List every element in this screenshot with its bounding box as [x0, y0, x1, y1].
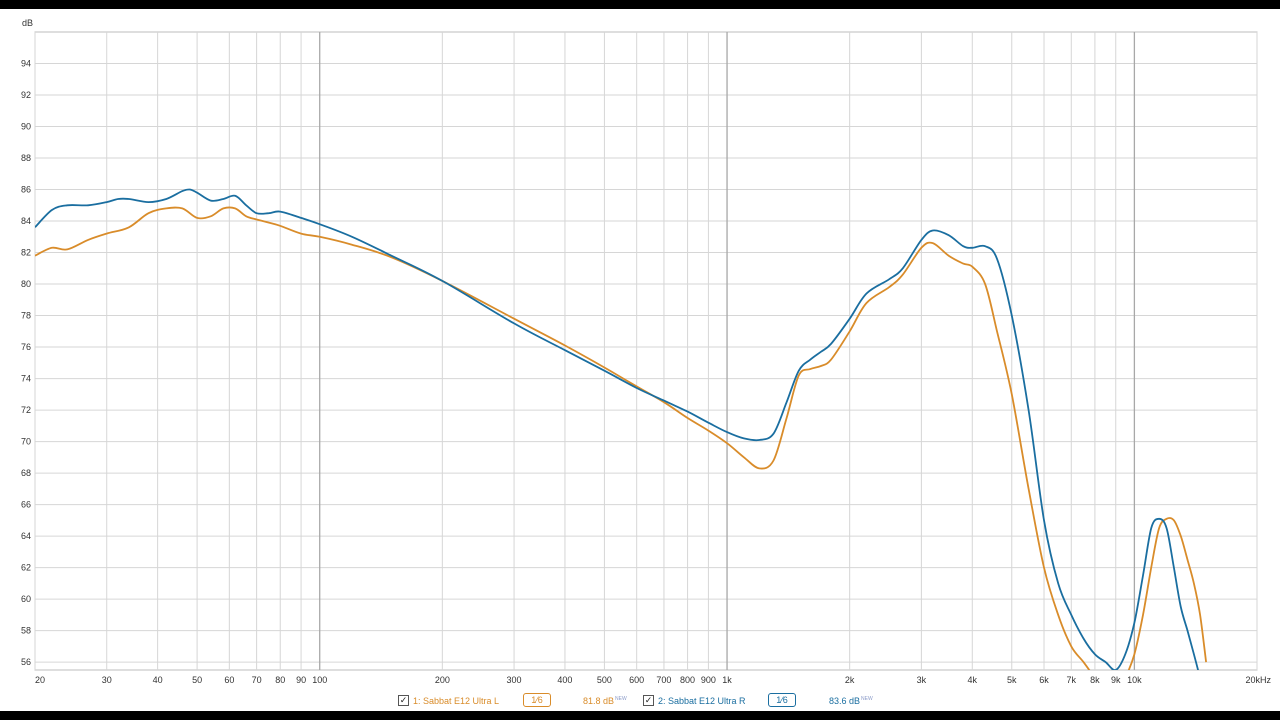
x-tick-label: 7k — [1067, 675, 1077, 685]
series-1-level: 81.8 dBNEW — [583, 696, 627, 706]
y-tick-label: 60 — [21, 594, 31, 604]
y-tick-label: 76 — [21, 342, 31, 352]
x-tick-label: 6k — [1039, 675, 1049, 685]
series-1-label: 1: Sabbat E12 Ultra L — [413, 695, 500, 706]
y-tick-label: 94 — [21, 59, 31, 69]
x-tick-label: 700 — [656, 675, 671, 685]
legend-bar: ✓ 1: Sabbat E12 Ultra L 1⁄6 81.8 dBNEW ✓… — [0, 690, 1280, 712]
x-tick-label: 200 — [435, 675, 450, 685]
x-tick-label: 900 — [701, 675, 716, 685]
plot-background — [34, 31, 1258, 671]
series-2-level-tag: NEW — [861, 696, 873, 702]
frequency-response-chart: 56 58 60 62 64 66 68 70 72 74 76 78 80 82 84 86 88 90 92 94… — [21, 18, 1272, 685]
legend-item-series-1[interactable]: ✓ 1: Sabbat E12 Ultra L — [398, 695, 499, 706]
y-tick-label: 80 — [21, 279, 31, 289]
y-tick-label: 58 — [21, 626, 31, 636]
x-tick-label: 300 — [507, 675, 522, 685]
y-tick-label: 74 — [21, 374, 31, 384]
y-tick-label: 92 — [21, 90, 31, 100]
series-1-level-tag: NEW — [615, 696, 627, 702]
y-tick-labels: 56 58 60 62 64 66 68 70 72 74 76 78 80 82 84 86 88 90 92 94 — [21, 59, 31, 668]
y-tick-label: 64 — [21, 531, 31, 541]
y-tick-label: 72 — [21, 405, 31, 415]
x-tick-label: 100 — [312, 675, 327, 685]
x-tick-label: 3k — [917, 675, 927, 685]
series-1-smoothing-button[interactable]: 1⁄6 — [523, 693, 551, 707]
series-2-smoothing-button[interactable]: 1⁄6 — [768, 693, 796, 707]
y-tick-label: 90 — [21, 122, 31, 132]
x-tick-label: 60 — [224, 675, 234, 685]
y-tick-label: 62 — [21, 563, 31, 573]
x-tick-label: 4k — [968, 675, 978, 685]
x-tick-label: 10k — [1127, 675, 1142, 685]
y-tick-label: 82 — [21, 248, 31, 258]
y-tick-label: 56 — [21, 657, 31, 667]
x-tick-label: 70 — [252, 675, 262, 685]
x-tick-label: 8k — [1090, 675, 1100, 685]
x-tick-label: 20kHz — [1245, 675, 1271, 685]
x-tick-label: 600 — [629, 675, 644, 685]
series-2-checkbox[interactable]: ✓ — [643, 695, 654, 706]
y-tick-label: 78 — [21, 311, 31, 321]
y-tick-label: 86 — [21, 185, 31, 195]
x-tick-label: 80 — [275, 675, 285, 685]
graph-window: 56 58 60 62 64 66 68 70 72 74 76 78 80 82 84 86 88 90 92 94… — [0, 9, 1280, 711]
x-tick-label: 5k — [1007, 675, 1017, 685]
x-tick-label: 1k — [722, 675, 732, 685]
series-2-label: 2: Sabbat E12 Ultra R — [658, 695, 746, 706]
y-tick-label: 68 — [21, 468, 31, 478]
x-tick-label: 400 — [557, 675, 572, 685]
x-tick-label: 40 — [153, 675, 163, 685]
x-tick-label: 20 — [35, 675, 45, 685]
series-1-checkbox[interactable]: ✓ — [398, 695, 409, 706]
x-tick-labels: 20 30 40 50 60 70 80 90 100 200 300 400 500 600 700 800… — [35, 675, 1271, 685]
y-tick-label: 88 — [21, 153, 31, 163]
x-tick-label: 800 — [680, 675, 695, 685]
x-tick-label: 30 — [102, 675, 112, 685]
x-tick-label: 50 — [192, 675, 202, 685]
x-tick-label: 2k — [845, 675, 855, 685]
legend-item-series-2[interactable]: ✓ 2: Sabbat E12 Ultra R — [643, 695, 746, 706]
x-tick-label: 500 — [597, 675, 612, 685]
x-tick-label: 90 — [296, 675, 306, 685]
y-tick-label: 84 — [21, 216, 31, 226]
x-tick-label: 9k — [1111, 675, 1121, 685]
y-tick-label: 70 — [21, 437, 31, 447]
y-axis-label: dB — [22, 18, 33, 28]
y-tick-label: 66 — [21, 500, 31, 510]
series-2-level: 83.6 dBNEW — [829, 696, 873, 706]
